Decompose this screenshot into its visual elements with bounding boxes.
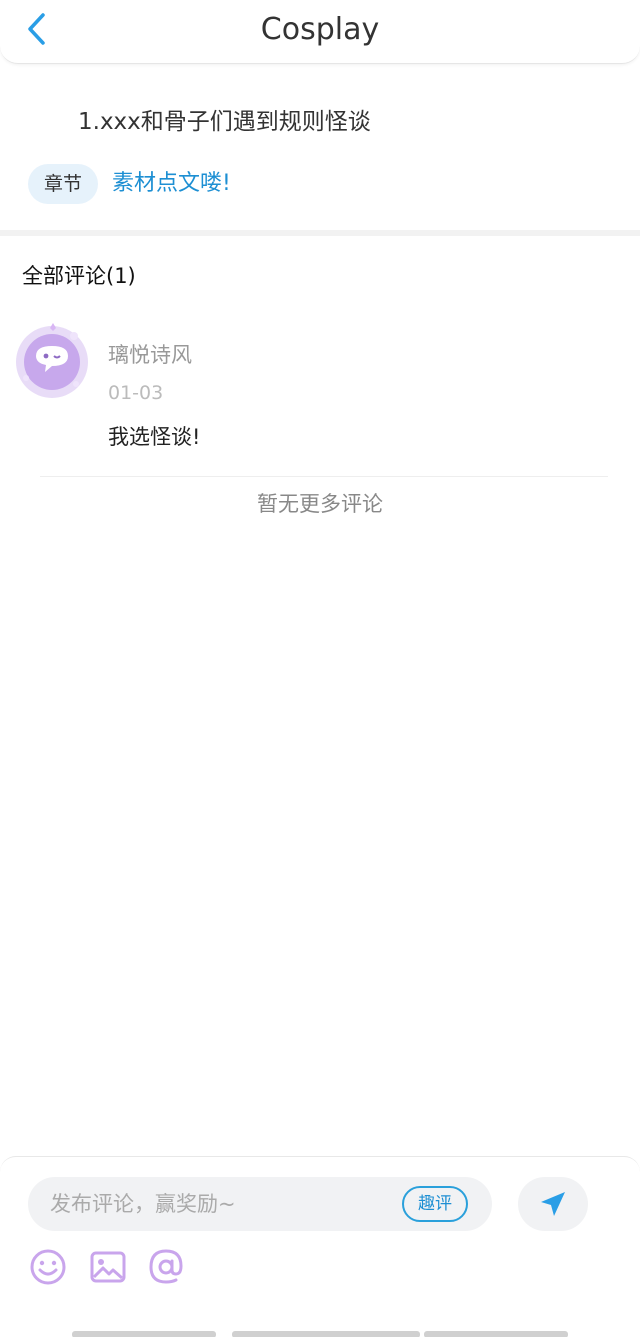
comment-date: 01-03 [108, 382, 164, 404]
avatar[interactable] [12, 318, 98, 404]
image-icon [90, 1251, 126, 1283]
image-button[interactable] [86, 1245, 130, 1289]
send-button[interactable] [518, 1177, 588, 1231]
emoji-icon [30, 1249, 66, 1285]
mention-button[interactable] [144, 1245, 188, 1289]
home-indicator [72, 1331, 216, 1337]
at-icon [149, 1249, 183, 1284]
divider [40, 476, 608, 477]
no-more-comments: 暂无更多评论 [257, 492, 383, 516]
post-tag-row: 章节 素材点文喽! [28, 164, 231, 204]
home-indicator [424, 1331, 568, 1337]
send-icon [541, 1192, 565, 1216]
section-divider [0, 230, 640, 236]
comment-composer: 发布评论，赢奖励~ 趣评 [0, 1156, 640, 1337]
comments-title: 全部评论(1) [22, 264, 136, 288]
comment-item: 璃悦诗风 01-03 我选怪谈! [0, 314, 640, 464]
emoji-button[interactable] [26, 1245, 70, 1289]
comment-input[interactable]: 发布评论，赢奖励~ 趣评 [28, 1177, 492, 1231]
comment-text: 我选怪谈! [108, 425, 201, 449]
fun-comment-button[interactable]: 趣评 [402, 1186, 468, 1222]
home-indicator [232, 1331, 420, 1337]
post-title: 1.xxx和骨子们遇到规则怪谈 [78, 109, 371, 135]
chapter-tag[interactable]: 章节 [28, 164, 99, 204]
tag-link[interactable]: 素材点文喽! [112, 164, 231, 204]
top-nav-bar: Cosplay [0, 0, 640, 64]
page-title: Cosplay [260, 12, 380, 47]
comment-author[interactable]: 璃悦诗风 [108, 338, 192, 372]
comment-input-placeholder: 发布评论，赢奖励~ [50, 1192, 236, 1216]
